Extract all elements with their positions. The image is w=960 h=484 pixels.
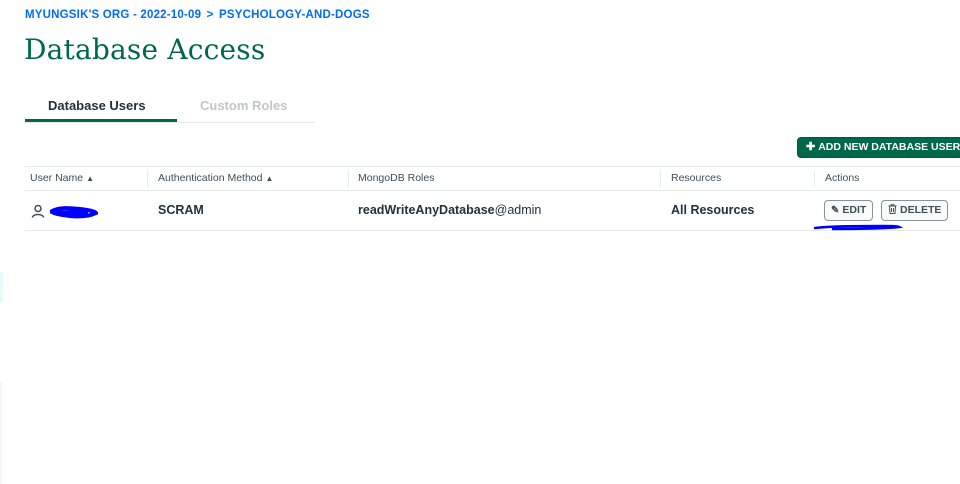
column-header-mongodb-roles[interactable]: MongoDB Roles — [358, 172, 434, 184]
add-user-label: ADD NEW DATABASE USER — [818, 141, 960, 153]
left-edge-highlight — [0, 272, 3, 302]
sort-asc-icon[interactable]: ▲ — [266, 174, 274, 183]
tab-bar: Database Users Custom Roles — [25, 92, 315, 123]
tab-custom-roles[interactable]: Custom Roles — [200, 98, 287, 113]
breadcrumb-project-link[interactable]: PSYCHOLOGY-AND-DOGS — [219, 9, 370, 21]
delete-button[interactable]: DELETE — [881, 200, 949, 221]
trash-icon — [888, 204, 897, 214]
page-title: Database Access — [24, 33, 266, 66]
add-new-database-user-button[interactable]: ✚ ADD NEW DATABASE USER — [797, 137, 960, 158]
auth-method-cell: SCRAM — [158, 203, 204, 217]
column-divider — [660, 170, 661, 187]
edit-label: EDIT — [842, 204, 867, 216]
resources-cell: All Resources — [671, 203, 755, 217]
plus-icon: ✚ — [806, 141, 816, 153]
delete-label: DELETE — [900, 204, 942, 216]
blue-underline-annotation — [813, 224, 903, 231]
active-tab-indicator — [25, 119, 177, 122]
role-database: @admin — [494, 203, 542, 217]
user-icon — [31, 204, 45, 218]
role-name: readWriteAnyDatabase — [358, 203, 495, 217]
column-header-actions: Actions — [825, 172, 860, 184]
column-divider — [348, 170, 349, 187]
left-edge-strip — [0, 382, 2, 484]
sort-icon[interactable]: ▲︎ — [86, 174, 94, 183]
column-header-label: User Name — [30, 172, 84, 184]
edit-button[interactable]: ✎ EDIT — [824, 200, 874, 221]
breadcrumb-org-link[interactable]: MYUNGSIK'S ORG - 2022-10-09 — [25, 9, 201, 21]
mongodb-roles-cell: readWriteAnyDatabase@admin — [358, 203, 541, 217]
tab-database-users[interactable]: Database Users — [48, 98, 146, 113]
column-header-resources[interactable]: Resources — [671, 172, 721, 184]
column-divider — [814, 170, 815, 187]
table-row: SCRAM readWriteAnyDatabase@admin All Res… — [25, 191, 960, 231]
redacted-username-scribble — [50, 206, 98, 219]
column-header-user-name[interactable]: User Name ▲︎ — [30, 172, 94, 184]
column-divider — [147, 170, 148, 187]
table-header: User Name ▲︎ Authentication Method ▲ Mongo… — [25, 166, 960, 191]
pencil-icon: ✎ — [831, 205, 840, 216]
breadcrumb: MYUNGSIK'S ORG - 2022-10-09 > PSYCHOLOGY… — [25, 9, 370, 21]
column-header-label: Authentication Method — [158, 172, 263, 184]
database-users-table: User Name ▲︎ Authentication Method ▲ Mongo… — [25, 166, 960, 231]
breadcrumb-separator: > — [206, 9, 214, 21]
column-header-authentication-method[interactable]: Authentication Method ▲ — [158, 172, 273, 184]
